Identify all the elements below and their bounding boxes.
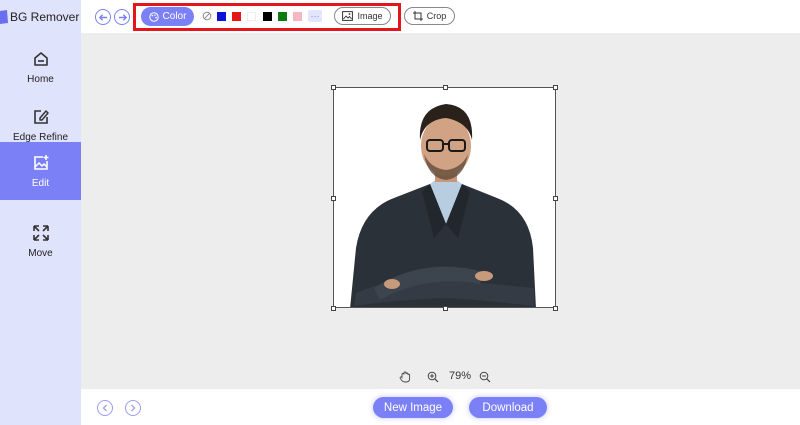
zoom-level: 79% <box>449 370 472 382</box>
sidebar-item-move[interactable]: Move <box>0 212 81 270</box>
chevron-left-icon <box>102 404 107 412</box>
download-button[interactable]: Download <box>469 397 547 418</box>
image-preview[interactable] <box>333 87 556 308</box>
redo-icon <box>118 13 127 21</box>
color-swatch-pink[interactable] <box>293 12 302 21</box>
crop-icon <box>412 11 423 21</box>
sidebar-item-home[interactable]: Home <box>0 38 81 96</box>
sidebar-item-label: Edit <box>31 177 50 189</box>
zoom-in-icon[interactable] <box>427 371 439 383</box>
crop-button-label: Crop <box>426 11 447 21</box>
color-swatch-white[interactable] <box>247 12 256 21</box>
resize-handle-right[interactable] <box>553 196 558 201</box>
color-button[interactable]: Color <box>141 7 194 26</box>
image-button-label: Image <box>357 11 383 21</box>
move-arrows-icon <box>32 224 49 241</box>
crop-button[interactable]: Crop <box>404 7 455 25</box>
next-button[interactable] <box>125 400 141 416</box>
color-swatch-red[interactable] <box>232 12 241 21</box>
sidebar: BG Remover Home Edge Refine Edit Move <box>0 0 81 425</box>
new-image-button[interactable]: New Image <box>373 397 453 418</box>
resize-handle-bottom-right[interactable] <box>553 306 558 311</box>
sidebar-item-label: Edge Refine <box>12 131 69 143</box>
sidebar-item-label: Move <box>28 247 53 259</box>
image-icon <box>342 11 354 21</box>
resize-handle-bottom[interactable] <box>443 306 448 311</box>
color-swatch-green[interactable] <box>278 12 287 21</box>
person-photo <box>350 104 536 307</box>
color-button-label: Color <box>162 11 187 22</box>
no-color-swatch[interactable] <box>202 11 212 21</box>
previous-button[interactable] <box>97 400 113 416</box>
color-swatch-black[interactable] <box>263 12 272 21</box>
resize-handle-bottom-left[interactable] <box>331 306 336 311</box>
app-title-text: BG Remover <box>10 10 80 24</box>
palette-icon <box>148 11 159 22</box>
image-edit-icon <box>33 154 48 170</box>
app-title: BG Remover <box>0 8 79 26</box>
home-icon <box>33 51 48 66</box>
hand-pan-icon[interactable] <box>399 371 411 383</box>
resize-handle-left[interactable] <box>331 196 336 201</box>
undo-icon <box>98 13 107 21</box>
app-logo-icon <box>0 10 8 24</box>
chevron-right-icon <box>131 404 136 412</box>
zoom-bar <box>81 362 800 389</box>
resize-handle-top-right[interactable] <box>553 85 558 90</box>
resize-handle-top-left[interactable] <box>331 85 336 90</box>
redo-button[interactable] <box>114 9 130 25</box>
color-swatch-blue[interactable] <box>217 12 226 21</box>
image-button[interactable]: Image <box>334 7 391 25</box>
zoom-out-icon[interactable] <box>479 371 491 383</box>
edit-pencil-icon <box>33 109 49 124</box>
sidebar-item-label: Home <box>27 73 54 85</box>
sidebar-item-edit[interactable]: Edit <box>0 142 81 200</box>
resize-handle-top[interactable] <box>443 85 448 90</box>
more-colors-button[interactable]: ··· <box>308 10 322 22</box>
undo-button[interactable] <box>95 9 111 25</box>
